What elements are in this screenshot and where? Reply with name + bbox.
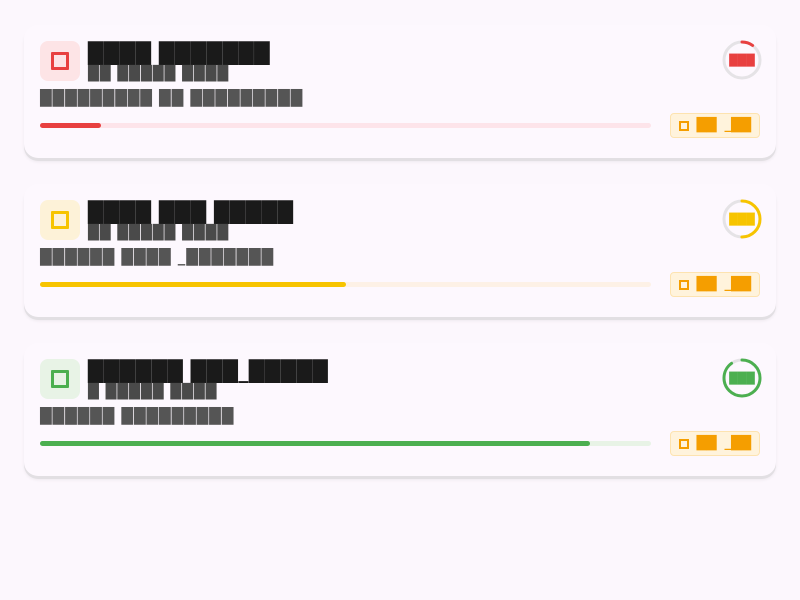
progress-fill — [40, 441, 590, 446]
progress-track — [40, 123, 651, 128]
task-title: ██████ ███_█████ — [88, 359, 329, 383]
task-subtitle: █ █████ ████ — [88, 384, 218, 400]
task-description: █████████ ██ █████████ — [40, 89, 304, 107]
status-chip[interactable]: ██ _██ — [669, 431, 760, 456]
task-card[interactable]: ████ ███ █████ ██ █████ ████ ██████ ████… — [24, 184, 776, 317]
gauge-label: ███ — [729, 212, 755, 226]
task-icon-tile — [40, 200, 80, 240]
task-icon-tile — [40, 41, 80, 81]
task-subtitle: ██ █████ ████ — [88, 66, 230, 82]
task-card[interactable]: ████ ███████ ██ █████ ████ █████████ ██ … — [24, 25, 776, 158]
progress-gauge: ███ — [722, 40, 762, 80]
task-card[interactable]: ██████ ███_█████ █ █████ ████ ██████ ███… — [24, 343, 776, 476]
chip-square-icon — [678, 279, 689, 290]
progress-track — [40, 282, 651, 287]
chip-label: ██ — [696, 277, 717, 292]
chip-square-icon — [678, 438, 689, 449]
chip-value: _██ — [724, 118, 752, 133]
progress-fill — [40, 123, 102, 128]
task-list: ████ ███████ ██ █████ ████ █████████ ██ … — [0, 0, 800, 476]
square-icon — [51, 52, 69, 70]
chip-value: _██ — [724, 436, 752, 451]
task-title: ████ ███████ — [88, 41, 271, 65]
chip-value: _██ — [724, 277, 752, 292]
square-icon — [51, 211, 69, 229]
progress-gauge: ███ — [722, 199, 762, 239]
square-icon — [51, 370, 69, 388]
progress-track — [40, 441, 651, 446]
gauge-label: ███ — [729, 53, 755, 67]
status-chip[interactable]: ██ _██ — [669, 113, 760, 138]
status-chip[interactable]: ██ _██ — [669, 272, 760, 297]
chip-label: ██ — [696, 118, 717, 133]
task-description: ██████ █████████ — [40, 407, 235, 425]
task-icon-tile — [40, 359, 80, 399]
progress-gauge: ███ — [722, 358, 762, 398]
chip-label: ██ — [696, 436, 717, 451]
progress-fill — [40, 282, 346, 287]
task-subtitle: ██ █████ ████ — [88, 225, 230, 241]
task-description: ██████ ████ _███████ — [40, 248, 275, 266]
task-title: ████ ███ █████ — [88, 200, 294, 224]
gauge-label: ███ — [729, 371, 755, 385]
chip-square-icon — [678, 120, 689, 131]
